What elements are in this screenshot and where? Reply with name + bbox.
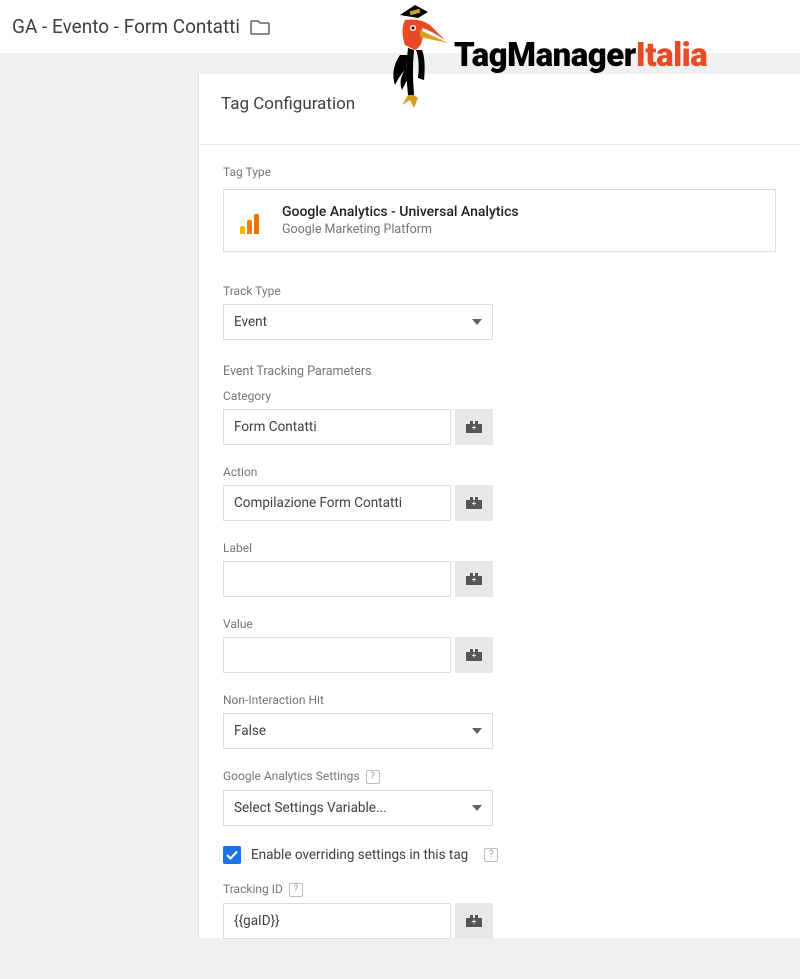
- tag-type-name: Google Analytics - Universal Analytics: [282, 204, 519, 220]
- category-variable-button[interactable]: [455, 409, 493, 445]
- tracking-id-input[interactable]: {{gaID}}: [223, 903, 451, 939]
- tag-config-panel: Tag Configuration Tag Type Google Analyt…: [198, 74, 800, 938]
- tag-type-platform: Google Marketing Platform: [282, 222, 519, 237]
- value-input[interactable]: [223, 637, 451, 673]
- action-variable-button[interactable]: [455, 485, 493, 521]
- value-variable-button[interactable]: [455, 637, 493, 673]
- category-input[interactable]: Form Contatti: [223, 409, 451, 445]
- logo-text-red: Italia: [636, 36, 708, 75]
- tracking-id-label: Tracking ID?: [223, 882, 776, 897]
- ga-settings-select[interactable]: Select Settings Variable...: [223, 790, 493, 826]
- help-icon[interactable]: ?: [366, 770, 380, 784]
- category-label: Category: [223, 389, 776, 403]
- track-type-value: Event: [234, 314, 267, 330]
- woodpecker-icon: [380, 0, 450, 110]
- tag-name-title[interactable]: GA - Evento - Form Contatti: [12, 15, 240, 38]
- track-type-select[interactable]: Event: [223, 304, 493, 340]
- help-icon[interactable]: ?: [484, 848, 498, 862]
- value-field-label: Value: [223, 617, 776, 631]
- tracking-id-variable-button[interactable]: [455, 903, 493, 939]
- override-checkbox[interactable]: [223, 846, 241, 864]
- ga-settings-label: Google Analytics Settings?: [223, 769, 776, 784]
- tag-type-label: Tag Type: [223, 165, 776, 179]
- action-label: Action: [223, 465, 776, 479]
- track-type-label: Track Type: [223, 284, 776, 298]
- google-analytics-icon: [240, 208, 266, 234]
- brand-logo: TagManagerItalia: [380, 0, 800, 110]
- label-field-label: Label: [223, 541, 776, 555]
- label-input[interactable]: [223, 561, 451, 597]
- event-params-title: Event Tracking Parameters: [223, 364, 776, 379]
- non-interaction-label: Non-Interaction Hit: [223, 693, 776, 707]
- tag-type-card[interactable]: Google Analytics - Universal Analytics G…: [223, 189, 776, 252]
- override-label: Enable overriding settings in this tag: [251, 847, 468, 863]
- non-interaction-select[interactable]: False: [223, 713, 493, 749]
- action-input[interactable]: Compilazione Form Contatti: [223, 485, 451, 521]
- folder-icon[interactable]: [250, 19, 270, 35]
- logo-text-black: TagManager: [454, 36, 636, 75]
- help-icon[interactable]: ?: [289, 883, 303, 897]
- label-variable-button[interactable]: [455, 561, 493, 597]
